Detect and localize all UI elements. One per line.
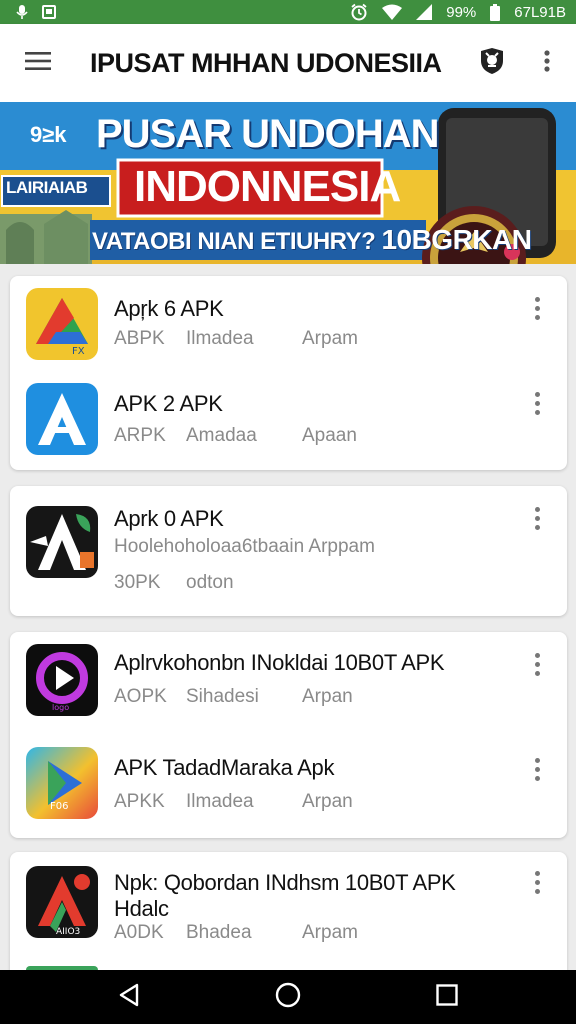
list-item[interactable]: FX Apŗk 6 APK ABPK Ilmadea Arpam xyxy=(10,276,567,373)
app-title: IPUSAT MHHAN UDONESIIA xyxy=(90,47,442,78)
status-left xyxy=(16,4,56,20)
list-item[interactable]: AIIO3 Npk: Qobordan INdhsm 10B0T APK Hda… xyxy=(10,852,567,970)
emblem-badge-button[interactable] xyxy=(466,24,518,102)
app-name-line2: Hdalc xyxy=(114,896,169,921)
colorful-play-icon: F06 xyxy=(26,747,98,819)
app-name: Aplrvkohonbn INokldai 10B0T APK xyxy=(114,650,445,675)
banner-side-text: LAIRIAIAB xyxy=(6,178,88,197)
app-card-4: AIIO3 Npk: Qobordan INdhsm 10B0T APK Hda… xyxy=(10,852,567,982)
signal-icon xyxy=(416,4,433,20)
status-right: 99% 67L91B xyxy=(350,3,566,21)
hamburger-menu-button[interactable] xyxy=(0,24,76,102)
row-more-button[interactable] xyxy=(527,751,547,787)
blue-a-icon xyxy=(26,383,98,455)
svg-text:AIIO3: AIIO3 xyxy=(56,927,80,937)
row-more-button[interactable] xyxy=(527,864,547,900)
banner-bottom-strong: 10BGRKAN xyxy=(381,224,532,255)
system-nav-bar xyxy=(0,970,576,1024)
mic-icon xyxy=(16,4,28,20)
recents-icon xyxy=(435,983,458,1011)
back-icon xyxy=(118,983,140,1012)
meta-type: AOPK xyxy=(114,686,167,707)
app-bar: IPUSAT MHHAN UDONESIIA xyxy=(0,24,576,102)
meta-dev: Ilmadea xyxy=(186,791,254,812)
app-meta: ARPK Amadaa Apaan xyxy=(114,425,357,447)
dark-a-icon xyxy=(26,506,98,578)
hamburger-menu-icon xyxy=(25,51,51,76)
app-meta: A0DK Bhadea Arpam xyxy=(114,922,358,944)
meta-cat: Arpam xyxy=(302,922,358,943)
meta-cat: Arpam xyxy=(302,328,358,349)
meta-type: APKK xyxy=(114,791,165,812)
meta-type: A0DK xyxy=(114,922,164,943)
wifi-icon xyxy=(382,4,403,20)
list-item[interactable]: Aprk 0 APK Hoolehoholoaa6tbaain Arppam 3… xyxy=(10,486,567,616)
app-card-3: logo Aplrvkohonbn INokldai 10B0T APK AOP… xyxy=(10,632,567,838)
meta-cat: Apaan xyxy=(302,425,357,446)
promo-banner[interactable]: 9≥k PUSAR UNDOHAN LAIRIAIAB INDONNESIA V… xyxy=(0,102,576,264)
row-more-button[interactable] xyxy=(527,290,547,326)
status-extra: 67L91B xyxy=(514,3,566,21)
meta-dev: Ilmadea xyxy=(186,328,254,349)
battery-icon xyxy=(490,3,501,21)
svg-text:logo: logo xyxy=(52,703,69,712)
svg-text:F06: F06 xyxy=(50,801,68,812)
app-name: Npk: Qobordan INdhsm 10B0T APK xyxy=(114,870,456,895)
app-name: Apŗk 6 APK xyxy=(114,296,224,321)
emblem-badge-icon xyxy=(478,47,506,80)
more-vert-icon xyxy=(544,49,550,77)
banner-tag: 9≥k xyxy=(30,122,67,147)
home-button[interactable] xyxy=(248,970,328,1024)
banner-bottom-text: VATAOBI NIAN ETIUHRY? xyxy=(92,228,376,255)
message-icon xyxy=(42,5,56,19)
banner-line1: PUSAR UNDOHAN xyxy=(96,112,440,156)
app-name: APK 2 APK xyxy=(114,391,223,416)
row-more-button[interactable] xyxy=(527,385,547,421)
app-meta: ABPK Ilmadea Arpam xyxy=(114,328,358,350)
home-icon xyxy=(275,982,301,1013)
row-more-button[interactable] xyxy=(527,500,547,536)
meta-type: ARPK xyxy=(114,425,166,446)
overflow-menu-button[interactable] xyxy=(518,24,576,102)
meta-cat: Arpan xyxy=(302,686,353,707)
app-name: Aprk 0 APK xyxy=(114,506,224,531)
back-button[interactable] xyxy=(89,970,169,1024)
list-item[interactable]: F06 APK TadadMaraka Apk APKK Ilmadea Arp… xyxy=(10,735,567,838)
banner-line2: INDONNESIA xyxy=(134,162,401,211)
meta-cat: Arpan xyxy=(302,791,353,812)
svg-text:FX: FX xyxy=(72,346,85,357)
alarm-icon xyxy=(350,3,368,21)
row-more-button[interactable] xyxy=(527,646,547,682)
app-meta: APKK Ilmadea Arpan xyxy=(114,791,353,813)
app-card-2: Aprk 0 APK Hoolehoholoaa6tbaain Arppam 3… xyxy=(10,486,567,616)
meta-dev: odton xyxy=(186,572,234,593)
app-meta-line1: Hoolehoholoaa6tbaain Arppam xyxy=(114,536,375,557)
recents-button[interactable] xyxy=(407,970,487,1024)
meta-dev: Bhadea xyxy=(186,922,252,943)
app-meta: 30PK odton xyxy=(114,572,234,594)
purple-play-icon: logo xyxy=(26,644,98,716)
battery-percent: 99% xyxy=(446,3,477,21)
list-item[interactable]: APK 2 APK ARPK Amadaa Apaan xyxy=(10,373,567,470)
red-a-icon: AIIO3 xyxy=(26,866,98,938)
status-bar: 99% 67L91B xyxy=(0,0,576,24)
app-name: APK TadadMaraka Apk xyxy=(114,755,335,780)
list-item[interactable]: logo Aplrvkohonbn INokldai 10B0T APK AOP… xyxy=(10,632,567,735)
meta-dev: Amadaa xyxy=(186,425,257,446)
green-drive-icon: FX xyxy=(26,288,98,360)
banner-bottom: VATAOBI NIAN ETIUHRY? 10BGRKAN xyxy=(92,224,532,256)
app-meta: AOPK Sihadesi Arpan xyxy=(114,686,353,708)
meta-type: ABPK xyxy=(114,328,165,349)
meta-dev: Sihadesi xyxy=(186,686,259,707)
app-card-1: FX Apŗk 6 APK ABPK Ilmadea Arpam APK 2 A… xyxy=(10,276,567,470)
meta-type: 30PK xyxy=(114,572,161,593)
